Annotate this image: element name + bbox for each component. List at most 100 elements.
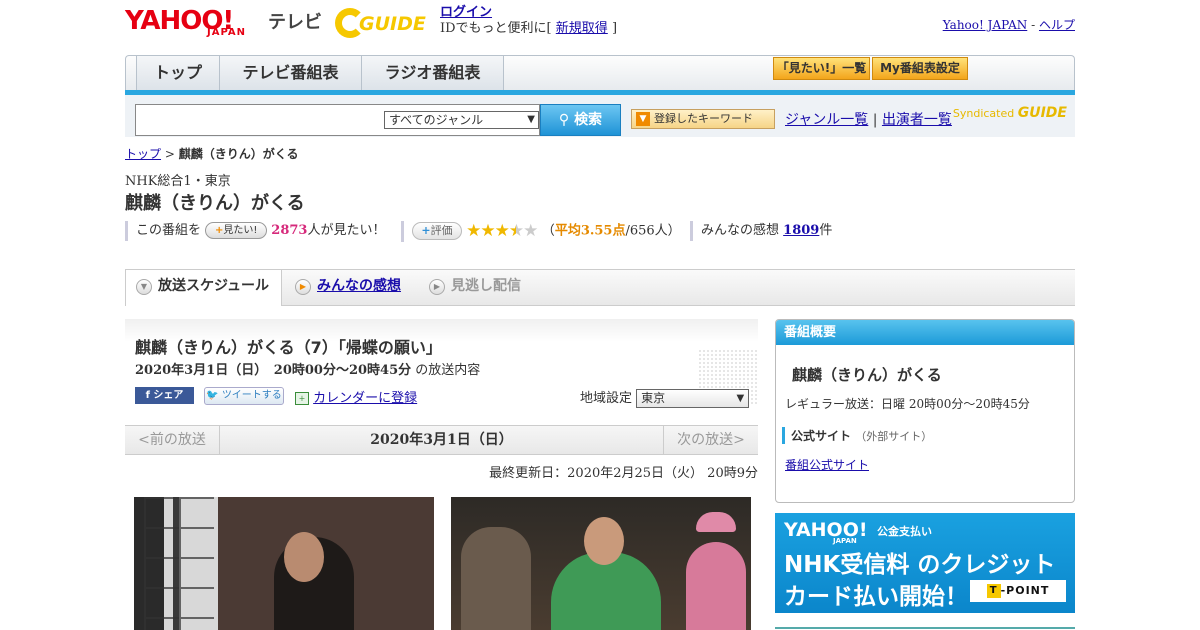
region-label: 地域設定 xyxy=(580,391,633,406)
tab-schedule-label: 放送スケジュール xyxy=(158,278,270,294)
syndicated-label: Syndicated xyxy=(952,107,1015,120)
header-right-links: Yahoo! JAPAN - ヘルプ xyxy=(943,16,1075,33)
login-link[interactable]: ログイン xyxy=(440,5,492,20)
person-face xyxy=(284,532,324,582)
rate-button-label: 評価 xyxy=(430,224,453,237)
mitai-suffix: 人が見たい！ xyxy=(307,223,386,238)
signup-link[interactable]: 新規取得 xyxy=(556,21,608,36)
mitai-list-button[interactable]: 「見たい!」一覧 xyxy=(773,57,870,80)
facebook-share-button[interactable]: f シェア xyxy=(135,387,194,404)
search-icon: ⚲ xyxy=(558,112,570,128)
nav-tab-radio-schedule[interactable]: ラジオ番組表 xyxy=(362,56,504,90)
person-figure xyxy=(461,527,531,630)
person-figure xyxy=(686,542,746,630)
star-half-icon: ★ xyxy=(508,221,524,241)
tweet-label: ツイートする xyxy=(221,390,282,401)
banner-headline-2: カード払い開始！ xyxy=(784,584,968,610)
official-site-label: 公式サイト xyxy=(791,429,852,443)
rating-stars: ★★★★★ xyxy=(466,221,542,241)
tab-impressions[interactable]: ▶ みんなの感想 xyxy=(285,270,417,305)
tab-schedule[interactable]: ▼ 放送スケジュール xyxy=(125,270,282,306)
facebook-icon: f xyxy=(145,390,150,401)
rate-button[interactable]: +評価 xyxy=(412,222,462,240)
channel-name: NHK総合1・東京 xyxy=(125,174,231,189)
episode-photo-2 xyxy=(451,497,751,630)
episode-datetime-value: 2020年3月1日（日） 20時00分～20時45分 xyxy=(135,363,412,378)
broadcast-date-nav: <前の放送 2020年3月1日（日） 次の放送> xyxy=(125,425,758,455)
select-arrow-icon: ▼ xyxy=(736,393,745,404)
select-arrow-icon: ▼ xyxy=(527,114,535,125)
plus-icon: + xyxy=(421,224,431,237)
official-site-link[interactable]: 番組公式サイト xyxy=(785,456,869,473)
search-links: ジャンル一覧 | 出演者一覧 xyxy=(785,109,952,129)
tv-logo-label[interactable]: テレビ xyxy=(268,8,322,34)
registered-keyword-button[interactable]: ▼ 登録したキーワード xyxy=(631,109,775,129)
banner-pay-label: 公金支払い xyxy=(877,525,932,538)
program-title: 麒麟（きりん）がくる xyxy=(125,193,305,214)
person-hat xyxy=(696,512,736,532)
program-tabs: ▼ 放送スケジュール ▶ みんなの感想 ▶ 見逃し配信 xyxy=(125,269,1075,306)
impression-count-link[interactable]: 1809 xyxy=(783,223,819,238)
next-broadcast-button[interactable]: 次の放送> xyxy=(663,426,758,454)
region-select[interactable]: 東京 ▼ xyxy=(636,389,750,408)
syndicated-gguide-logo: Syndicated GUIDE xyxy=(953,105,1067,121)
overview-title: 麒麟（きりん）がくる xyxy=(792,366,942,384)
banner-japan-text: JAPAN xyxy=(833,537,857,545)
dropdown-arrow-icon: ▼ xyxy=(636,112,650,126)
search-button-label: 検索 xyxy=(574,112,603,128)
rating-average: 平均3.55点 xyxy=(554,223,626,239)
breadcrumb: トップ > 麒麟（きりん）がくる xyxy=(125,145,299,162)
episode-title: 麒麟（きりん）がくる（7）「帰蝶の願い」 xyxy=(135,338,442,357)
help-link[interactable]: ヘルプ xyxy=(1039,18,1075,32)
genre-list-link[interactable]: ジャンル一覧 xyxy=(785,112,868,128)
login-promo-text: IDでもっと便利に[ xyxy=(440,21,552,36)
star-icon: ★ xyxy=(466,221,481,241)
impression-label: みんなの感想 xyxy=(701,223,780,238)
person-face xyxy=(584,517,624,565)
breadcrumb-top-link[interactable]: トップ xyxy=(125,147,161,161)
syndicated-logo-text: GUIDE xyxy=(1017,105,1067,121)
yahoo-japan-link[interactable]: Yahoo! JAPAN xyxy=(943,18,1028,32)
nav-tab-tv-schedule[interactable]: テレビ番組表 xyxy=(220,56,362,90)
gguide-logo[interactable]: GUIDE xyxy=(335,6,431,40)
global-nav: トップ テレビ番組表 ラジオ番組表 「見たい!」一覧 My番組表設定 xyxy=(125,55,1075,95)
arrow-right-icon: ▶ xyxy=(295,279,311,295)
my-schedule-settings-button[interactable]: My番組表設定 xyxy=(872,57,968,80)
search-area: すべてのジャンル ▼ ⚲ 検索 ▼ 登録したキーワード ジャンル一覧 | 出演者… xyxy=(125,95,1075,137)
cast-list-link[interactable]: 出演者一覧 xyxy=(882,112,952,128)
header-separator: - xyxy=(1031,18,1036,32)
breadcrumb-current: 麒麟（きりん）がくる xyxy=(178,147,299,161)
mitai-button[interactable]: +見たい! xyxy=(205,222,268,239)
region-select-value: 東京 xyxy=(641,391,666,405)
search-button[interactable]: ⚲ 検索 xyxy=(540,104,621,136)
genre-select[interactable]: すべてのジャンル ▼ xyxy=(384,111,539,129)
nav-tab-top[interactable]: トップ xyxy=(136,56,220,90)
tpoint-text: -POINT xyxy=(1000,584,1050,597)
current-broadcast-date: 2020年3月1日（日） xyxy=(370,432,513,448)
shoji-screen xyxy=(144,497,214,630)
mitai-button-label: 見たい! xyxy=(223,225,258,236)
episode-photo-1 xyxy=(134,497,434,630)
link-separator: | xyxy=(872,112,878,128)
gguide-logo-text: GUIDE xyxy=(359,13,426,35)
episode-datetime: 2020年3月1日（日） 20時00分～20時45分 の放送内容 xyxy=(135,359,480,378)
tpoint-t-icon: T xyxy=(986,584,1001,598)
program-overview-box: 番組概要 麒麟（きりん）がくる レギュラー放送：日曜 20時00分～20時45分… xyxy=(775,319,1075,503)
calendar-register-link[interactable]: カレンダーに登録 xyxy=(313,391,417,406)
login-promo-close: ] xyxy=(611,21,618,36)
tweet-button[interactable]: 🐦 ツイートする xyxy=(204,387,284,405)
mitai-count: 2873 xyxy=(271,223,308,238)
calendar-icon: + xyxy=(295,392,309,405)
last-updated: 最終更新日：2020年2月25日（火） 20時9分 xyxy=(489,466,758,481)
tab-impressions-label[interactable]: みんなの感想 xyxy=(317,278,401,294)
region-setting: 地域設定 東京 ▼ xyxy=(580,387,750,408)
rating-open: （ xyxy=(541,223,555,239)
registered-keyword-label: 登録したキーワード xyxy=(654,112,753,125)
episode-panel: 麒麟（きりん）がくる（7）「帰蝶の願い」 2020年3月1日（日） 20時00分… xyxy=(125,319,758,409)
tpoint-logo: T -POINT xyxy=(970,580,1066,602)
prev-broadcast-button[interactable]: <前の放送 xyxy=(125,426,220,454)
rating-stat: +評価 ★★★★★ （平均3.55点/656人） xyxy=(401,221,681,242)
official-site-note: （外部サイト） xyxy=(855,430,933,443)
breadcrumb-separator: > xyxy=(164,147,175,161)
nhk-payment-banner[interactable]: YAHOO! JAPAN 公金支払い NHK受信料 のクレジット カード払い開始… xyxy=(775,513,1075,613)
